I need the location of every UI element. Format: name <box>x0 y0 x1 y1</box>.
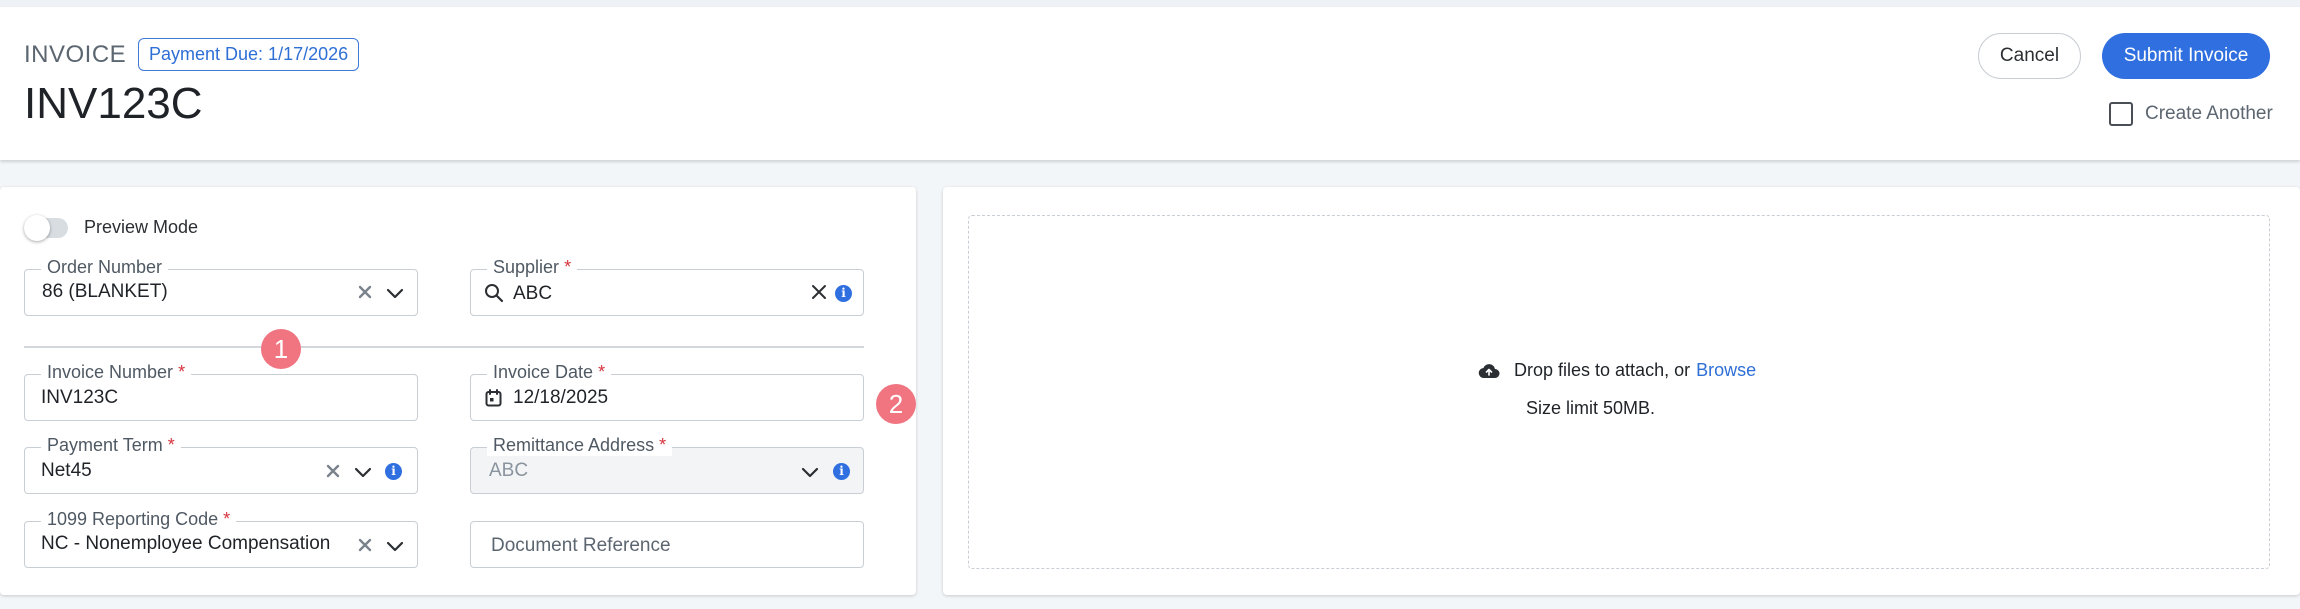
payment-due-badge: Payment Due: 1/17/2026 <box>138 38 360 71</box>
document-reference-field[interactable]: Document Reference <box>470 521 864 568</box>
invoice-number-value: INV123C <box>41 387 119 408</box>
create-another-option[interactable]: Create Another <box>2109 102 2273 126</box>
chevron-down-icon[interactable] <box>354 464 372 480</box>
reporting-code-label: 1099 Reporting Code * <box>41 508 237 530</box>
create-another-checkbox[interactable] <box>2109 102 2133 126</box>
invoice-number-field[interactable]: Invoice Number * INV123C <box>24 361 418 421</box>
order-number-value: 86 (BLANKET) <box>42 281 168 302</box>
required-marker: * <box>178 362 186 382</box>
top-strip <box>0 0 2300 7</box>
info-icon[interactable]: i <box>835 285 852 302</box>
supplier-value: ABC <box>513 283 553 304</box>
close-icon[interactable] <box>357 284 373 300</box>
invoice-date-value: 12/18/2025 <box>513 387 609 408</box>
drop-instructions: Drop files to attach, or Browse <box>1478 360 1756 381</box>
preview-mode-label: Preview Mode <box>84 217 199 237</box>
required-marker: * <box>167 435 175 455</box>
required-marker: * <box>659 435 667 455</box>
invoice-form-card: Preview Mode Order Number 86 (BLANKET) S… <box>0 187 916 595</box>
calendar-icon[interactable] <box>485 389 502 407</box>
size-limit-text: Size limit 50MB. <box>1526 398 1656 418</box>
remittance-address-label: Remittance Address * <box>487 434 673 456</box>
cancel-button[interactable]: Cancel <box>1978 33 2081 79</box>
chevron-down-icon[interactable] <box>801 464 819 480</box>
create-another-label: Create Another <box>2145 103 2273 124</box>
required-marker: * <box>564 257 572 277</box>
remittance-address-select[interactable]: Remittance Address * ABC i <box>470 434 864 494</box>
payment-term-label: Payment Term * <box>41 434 181 456</box>
annotation-marker-2: 2 <box>876 384 916 424</box>
invoice-number-title: INV123C <box>24 79 203 128</box>
reporting-code-value: NC - Nonemployee Compensation <box>41 533 331 554</box>
reporting-code-select[interactable]: 1099 Reporting Code * NC - Nonemployee C… <box>24 508 418 568</box>
submit-invoice-button[interactable]: Submit Invoice <box>2102 33 2270 79</box>
invoice-date-field[interactable]: Invoice Date * 12/18/2025 <box>470 361 864 421</box>
close-icon[interactable] <box>357 537 373 553</box>
annotation-marker-1: 1 <box>261 329 301 369</box>
supplier-label: Supplier * <box>487 256 578 278</box>
chevron-down-icon[interactable] <box>386 538 404 554</box>
document-reference-placeholder: Document Reference <box>491 535 671 556</box>
preview-mode-toggle[interactable] <box>24 214 68 241</box>
browse-link[interactable]: Browse <box>1696 360 1756 380</box>
remittance-address-value: ABC <box>489 460 529 481</box>
search-icon <box>484 283 504 303</box>
required-marker: * <box>223 509 231 529</box>
info-icon[interactable]: i <box>385 463 402 480</box>
close-icon[interactable] <box>811 284 827 300</box>
invoice-date-label: Invoice Date * <box>487 361 612 383</box>
payment-term-select[interactable]: Payment Term * Net45 i <box>24 434 418 494</box>
supplier-search-field[interactable]: Supplier * ABC i <box>470 256 864 316</box>
order-number-select[interactable]: Order Number 86 (BLANKET) <box>24 256 418 316</box>
invoice-number-label: Invoice Number * <box>41 361 192 383</box>
section-divider <box>24 346 864 348</box>
drop-files-text: Drop files to attach, or <box>1514 360 1691 380</box>
document-type-label: INVOICE <box>24 41 127 68</box>
invoice-header: INVOICE Payment Due: 1/17/2026 INV123C C… <box>0 7 2300 160</box>
file-drop-zone[interactable]: Drop files to attach, or Browse Size limi… <box>968 215 2270 569</box>
chevron-down-icon[interactable] <box>386 285 404 301</box>
order-number-label: Order Number <box>41 256 169 278</box>
attachments-card: Drop files to attach, or Browse Size limi… <box>943 187 2300 595</box>
cloud-upload-icon <box>1478 363 1500 379</box>
payment-term-value: Net45 <box>41 460 92 481</box>
preview-mode-row: Preview Mode <box>24 214 199 241</box>
required-marker: * <box>598 362 606 382</box>
close-icon[interactable] <box>325 463 341 479</box>
info-icon[interactable]: i <box>833 463 850 480</box>
